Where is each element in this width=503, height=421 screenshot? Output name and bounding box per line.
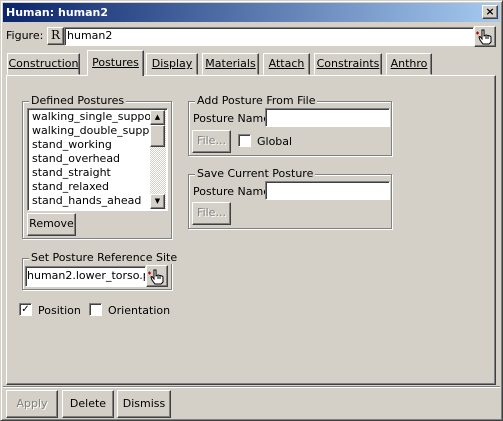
- save-posture-label: Save Current Posture: [195, 167, 316, 180]
- save-posture-name-input[interactable]: [265, 181, 390, 200]
- tab-display[interactable]: Display: [146, 53, 198, 75]
- tab-attach[interactable]: Attach: [263, 53, 310, 75]
- position-label: Position: [38, 304, 81, 317]
- postures-list[interactable]: walking_single_support walking_double_su…: [27, 108, 168, 211]
- tab-anthro[interactable]: Anthro: [386, 53, 432, 75]
- orientation-label: Orientation: [108, 304, 171, 317]
- global-checkbox[interactable]: [238, 134, 251, 147]
- close-icon: ×: [485, 5, 495, 18]
- close-button[interactable]: ×: [482, 5, 498, 19]
- list-item[interactable]: stand_overhead: [29, 152, 151, 166]
- down-arrow-icon: ▼: [154, 197, 161, 205]
- list-item[interactable]: stand_relaxed: [29, 180, 151, 194]
- window-title: Human: human2: [6, 6, 109, 19]
- scroll-up-button[interactable]: ▲: [150, 110, 165, 125]
- reference-site-pick-button[interactable]: [146, 265, 168, 287]
- scroll-thumb[interactable]: [150, 125, 165, 147]
- figure-field[interactable]: human2: [64, 27, 474, 46]
- position-checkbox[interactable]: ✓: [19, 303, 32, 316]
- pointing-hand-icon: [148, 269, 164, 285]
- tab-construction[interactable]: Construction: [7, 53, 80, 75]
- save-posture-file-button[interactable]: File...: [192, 202, 231, 225]
- remove-button[interactable]: Remove: [27, 213, 76, 236]
- figure-pick-button[interactable]: [474, 26, 496, 47]
- delete-button[interactable]: Delete: [62, 390, 114, 418]
- tab-postures[interactable]: Postures: [87, 50, 144, 76]
- add-posture-file-button[interactable]: File...: [192, 130, 231, 153]
- add-posture-name-label: Posture Name: [193, 112, 270, 125]
- bottom-separator: [3, 386, 500, 388]
- list-item[interactable]: stand_working: [29, 138, 151, 152]
- list-item[interactable]: walking_single_support: [29, 110, 151, 124]
- global-label: Global: [257, 135, 293, 148]
- up-arrow-icon: ▲: [154, 113, 161, 121]
- pointing-hand-icon: [476, 29, 492, 45]
- tab-constraints[interactable]: Constraints: [314, 53, 382, 75]
- apply-button[interactable]: Apply: [6, 390, 58, 418]
- add-posture-name-input[interactable]: [265, 108, 390, 127]
- figure-label: Figure:: [6, 29, 44, 42]
- save-posture-name-label: Posture Name: [193, 185, 270, 198]
- dismiss-button[interactable]: Dismiss: [117, 390, 171, 418]
- list-item[interactable]: stand_hands_ahead: [29, 194, 151, 208]
- scroll-down-button[interactable]: ▼: [150, 194, 165, 209]
- list-item[interactable]: walking_double_support: [29, 124, 151, 138]
- tab-materials[interactable]: Materials: [202, 53, 259, 75]
- figure-r-button[interactable]: R: [47, 27, 64, 45]
- add-posture-label: Add Posture From File: [195, 94, 318, 107]
- reference-site-label: Set Posture Reference Site: [29, 251, 180, 264]
- checkmark-icon: ✓: [21, 304, 30, 315]
- postures-scrollbar[interactable]: ▲ ▼: [150, 110, 166, 209]
- list-item[interactable]: stand_straight: [29, 166, 151, 180]
- title-bar[interactable]: Human: human2 ×: [3, 3, 500, 22]
- dialog-window: Human: human2 × Figure: R human2 Constru…: [0, 0, 503, 421]
- defined-postures-label: Defined Postures: [29, 94, 127, 107]
- orientation-checkbox[interactable]: [89, 303, 102, 316]
- reference-site-field[interactable]: human2.lower_torso.pros: [25, 266, 146, 287]
